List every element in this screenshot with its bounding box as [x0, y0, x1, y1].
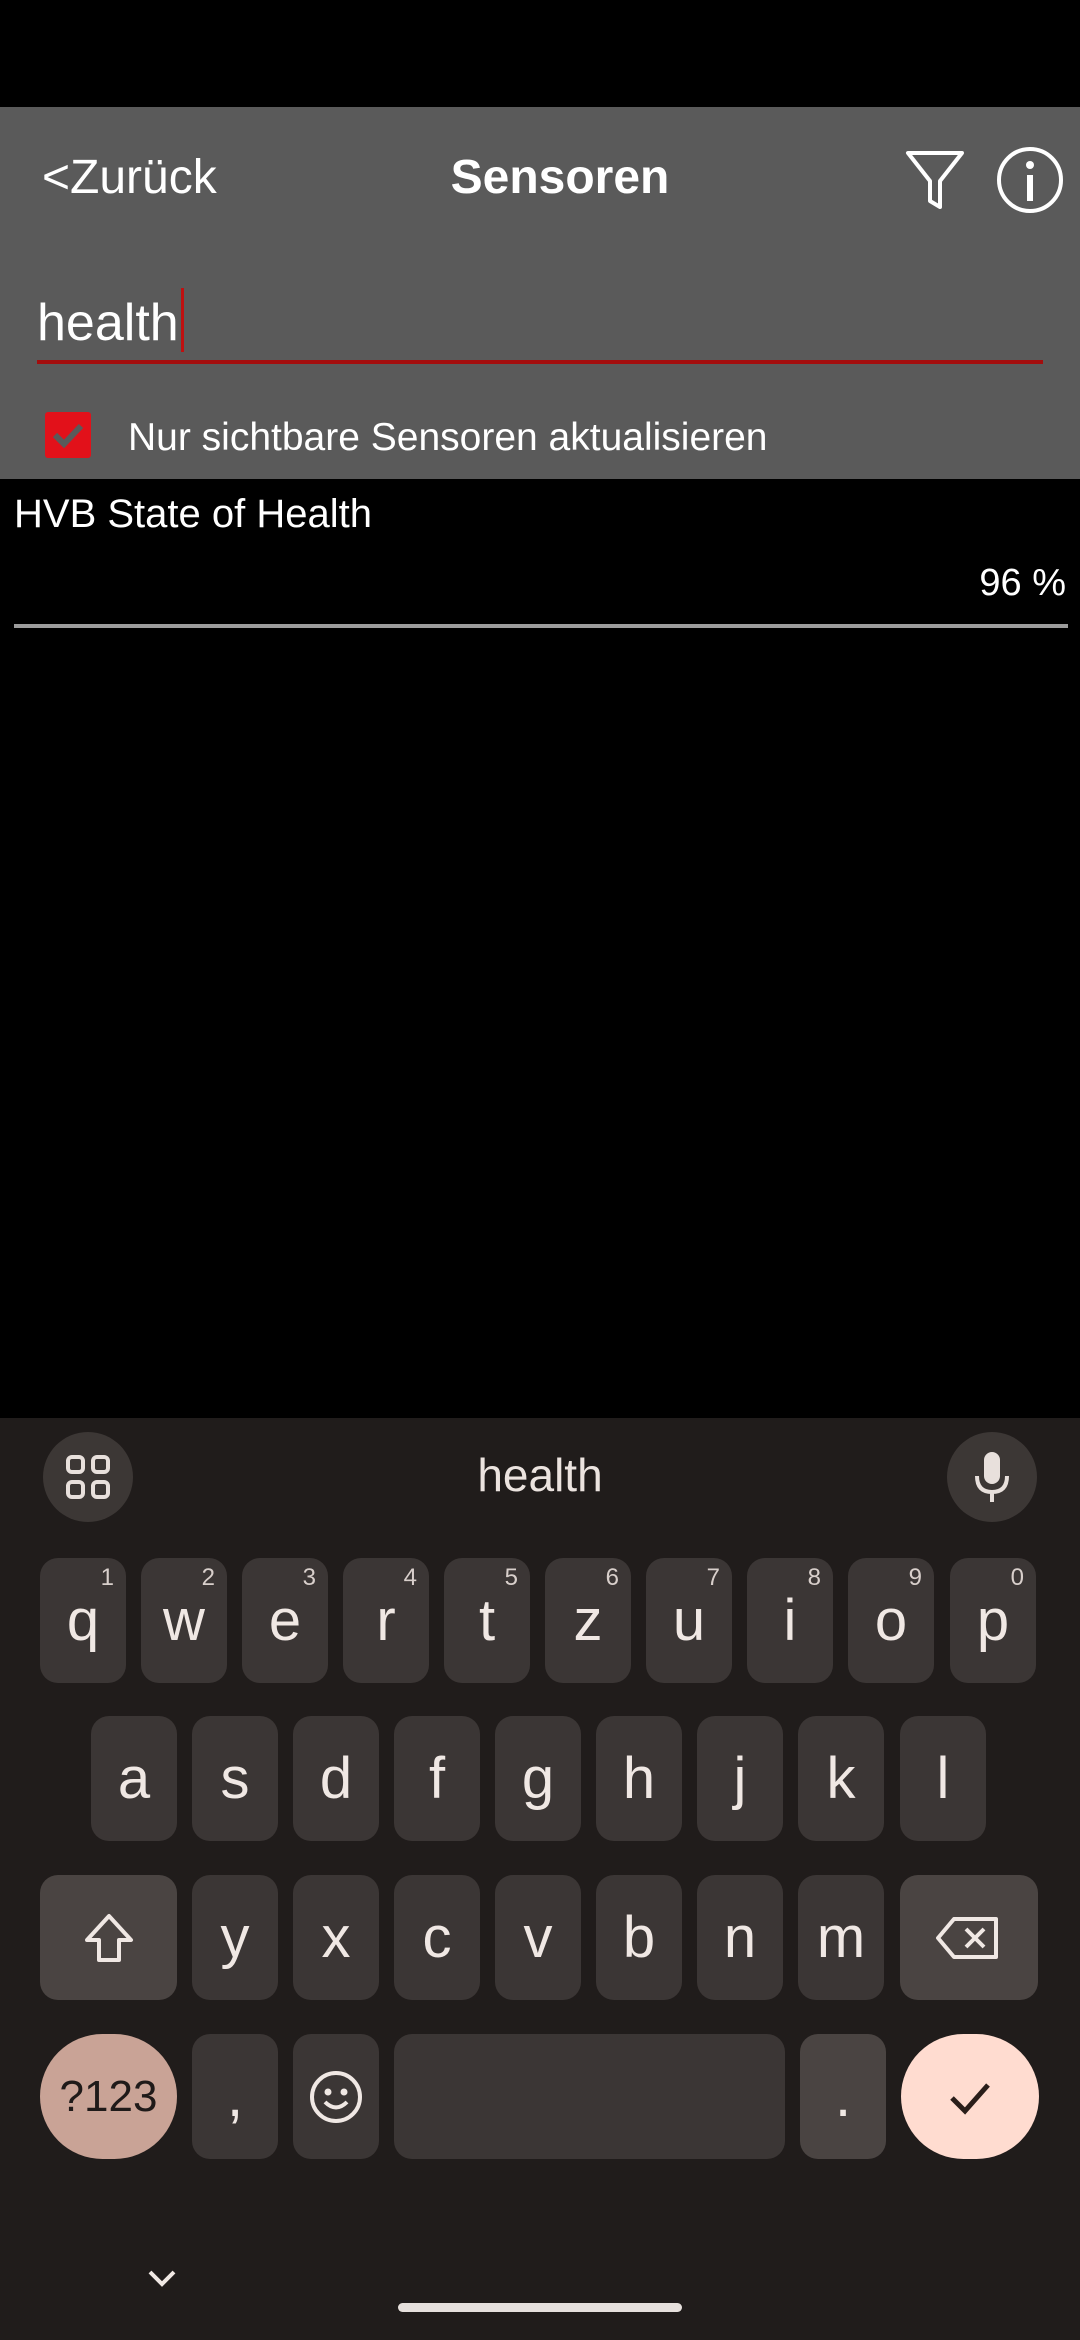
search-text: health — [37, 288, 184, 353]
key[interactable]: j — [697, 1716, 783, 1841]
key[interactable]: k — [798, 1716, 884, 1841]
hide-keyboard-button[interactable] — [140, 2256, 184, 2300]
info-button[interactable] — [995, 145, 1065, 215]
visible-only-label[interactable]: Nur sichtbare Sensoren aktualisieren — [128, 416, 768, 460]
key-label: t — [478, 1588, 496, 1653]
key-hint: 8 — [807, 1564, 821, 1591]
shift-icon — [84, 1913, 133, 1962]
key[interactable]: m — [798, 1875, 884, 2000]
key[interactable]: p0 — [950, 1558, 1036, 1683]
key-hint: 5 — [504, 1564, 518, 1591]
key[interactable]: y — [192, 1875, 278, 2000]
key[interactable]: u7 — [646, 1558, 732, 1683]
key[interactable]: f — [394, 1716, 480, 1841]
row-divider — [14, 624, 1068, 628]
filter-icon — [906, 151, 964, 209]
status-bar — [0, 0, 1080, 107]
key-hint: 9 — [908, 1564, 922, 1591]
key-hint: 4 — [403, 1564, 417, 1591]
key[interactable]: a — [91, 1716, 177, 1841]
key-label: p — [976, 1588, 1010, 1653]
key-label: i — [783, 1588, 797, 1653]
key-label: q — [66, 1588, 100, 1653]
key[interactable]: w2 — [141, 1558, 227, 1683]
key-hint: 7 — [706, 1564, 720, 1591]
key-hint: 6 — [605, 1564, 619, 1591]
emoji-icon — [310, 2070, 362, 2123]
shift-key[interactable] — [40, 1875, 177, 2000]
chevron-down-icon — [148, 2270, 176, 2287]
key-label: z — [573, 1588, 603, 1653]
sensor-row[interactable]: HVB State of Health 96 % — [0, 480, 1080, 630]
backspace-key[interactable] — [900, 1875, 1038, 2000]
key[interactable]: t5 — [444, 1558, 530, 1683]
key[interactable]: q1 — [40, 1558, 126, 1683]
key[interactable]: e3 — [242, 1558, 328, 1683]
text-caret — [180, 288, 184, 352]
key-hint: 1 — [100, 1564, 114, 1591]
emoji-key[interactable] — [293, 2034, 379, 2159]
period-key[interactable]: . — [800, 2034, 886, 2159]
key[interactable]: z6 — [545, 1558, 631, 1683]
check-icon — [950, 2082, 990, 2115]
voice-input-button[interactable] — [947, 1432, 1037, 1522]
key-label: e — [268, 1588, 302, 1653]
key[interactable]: s — [192, 1716, 278, 1841]
key[interactable]: r4 — [343, 1558, 429, 1683]
visible-only-checkbox[interactable] — [45, 412, 91, 458]
key[interactable]: h — [596, 1716, 682, 1841]
search-input[interactable]: health — [37, 268, 1043, 364]
check-icon — [52, 423, 84, 449]
key[interactable]: o9 — [848, 1558, 934, 1683]
key[interactable]: g — [495, 1716, 581, 1841]
key[interactable]: l — [900, 1716, 986, 1841]
key[interactable]: c — [394, 1875, 480, 2000]
backspace-icon — [936, 1916, 998, 1959]
key-hint: 0 — [1010, 1564, 1024, 1591]
key[interactable]: n — [697, 1875, 783, 2000]
comma-key[interactable]: , — [192, 2034, 278, 2159]
suggestion-word[interactable]: health — [0, 1448, 1080, 1502]
key-hint: 2 — [201, 1564, 215, 1591]
enter-key[interactable] — [901, 2034, 1039, 2159]
filter-button[interactable] — [900, 145, 970, 215]
sensor-name: HVB State of Health — [14, 492, 372, 536]
microphone-icon — [975, 1452, 1009, 1502]
key-label: o — [874, 1588, 908, 1653]
key-hint: 3 — [302, 1564, 316, 1591]
key-label: w — [163, 1588, 205, 1653]
key[interactable]: d — [293, 1716, 379, 1841]
key[interactable]: i8 — [747, 1558, 833, 1683]
space-key[interactable] — [394, 2034, 785, 2159]
search-value: health — [37, 294, 179, 352]
sensor-value: 96 % — [979, 562, 1066, 604]
key[interactable]: v — [495, 1875, 581, 2000]
symbols-key[interactable]: ?123 — [40, 2034, 177, 2159]
gesture-handle[interactable] — [398, 2303, 682, 2312]
info-icon — [997, 147, 1063, 213]
key[interactable]: b — [596, 1875, 682, 2000]
key-label: r — [376, 1588, 396, 1653]
key-label: u — [672, 1588, 706, 1653]
key[interactable]: x — [293, 1875, 379, 2000]
